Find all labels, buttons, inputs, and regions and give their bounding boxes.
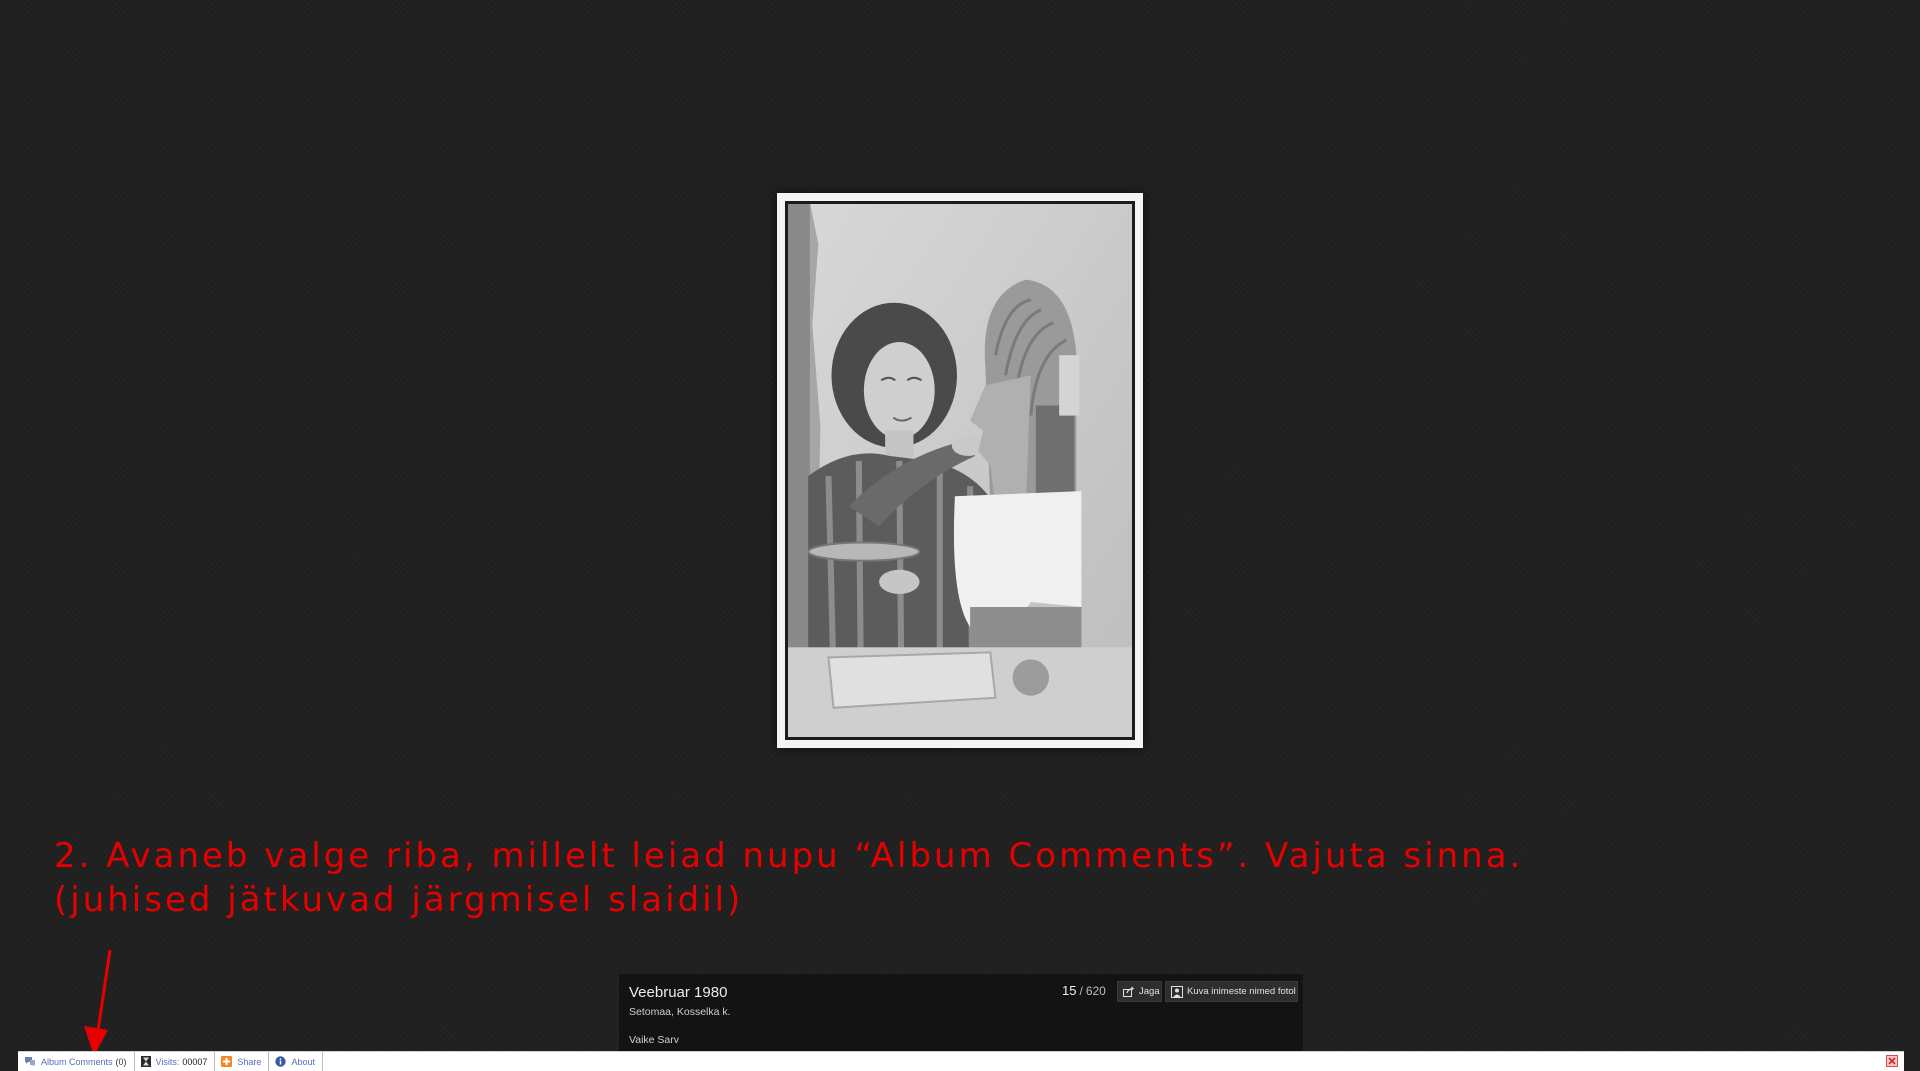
bottom-toolbar: Album Comments (0) Visits: 00007 Share A… [18,1051,1904,1071]
red-arrow-icon [84,949,112,1056]
close-icon[interactable] [1886,1055,1898,1067]
share-plus-icon [221,1056,233,1067]
counter-total: 620 [1085,984,1106,998]
comments-icon [25,1057,35,1067]
album-comments-count: (0) [115,1056,127,1067]
photo-frame [777,193,1143,748]
info-icon [275,1056,287,1067]
person-icon [1171,985,1183,998]
about-button[interactable]: About [269,1052,323,1071]
instruction-line-1: 2. Avaneb valge riba, millelt leiad nupu… [54,836,1524,876]
photo-counter: 15/620 [1062,983,1106,998]
counter-current: 15 [1062,983,1077,998]
counter-separator: / [1079,984,1083,998]
instruction-annotation: 2. Avaneb valge riba, millelt leiad nupu… [54,834,1554,922]
album-comments-label: Album Comments [41,1056,113,1067]
show-names-button[interactable]: Kuva inimeste nimed fotol [1165,981,1298,1002]
visits-label: Visits: [155,1056,180,1067]
share-toolbar-label: Share [237,1056,262,1067]
share-button-label: Jaga [1139,986,1160,997]
photo-image[interactable] [788,204,1132,737]
photo-caption-panel: Veebruar 1980 Setomaa, Kosselka k. Vaike… [619,974,1303,1052]
photo-author: Vaike Sarv [629,1034,679,1046]
album-comments-button[interactable]: Album Comments (0) [18,1052,135,1071]
hourglass-icon [140,1056,151,1067]
photo-title: Veebruar 1980 [629,984,728,1001]
show-names-button-label: Kuva inimeste nimed fotol [1187,986,1296,997]
share-icon [1123,986,1135,997]
visits-value: 00007 [182,1056,208,1067]
instruction-line-2: (juhised jätkuvad järgmisel slaidil) [54,880,744,920]
about-label: About [291,1056,315,1067]
share-toolbar-button[interactable]: Share [215,1052,270,1071]
share-button[interactable]: Jaga [1117,981,1162,1002]
visits-counter: Visits: 00007 [135,1052,216,1071]
photo-border [785,201,1135,740]
photo-illustration [788,204,1132,737]
photo-location: Setomaa, Kosselka k. [629,1006,731,1018]
